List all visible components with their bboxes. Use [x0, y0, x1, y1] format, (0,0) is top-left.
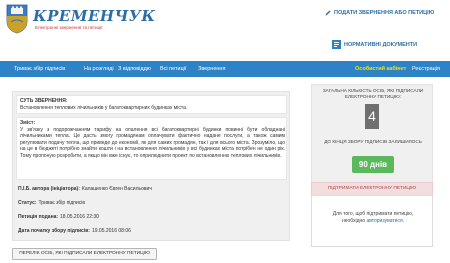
nav-all-petitions[interactable]: Всі петиції [160, 61, 187, 77]
support-text-need: необхідно [341, 218, 366, 224]
brand-title: КРЕМЕНЧУК [33, 7, 156, 25]
author-value: Калашенко Євген Васильович [81, 186, 152, 192]
petition-details: СУТЬ ЗВЕРНЕННЯ: Встановлення теплових лі… [12, 91, 290, 241]
document-icon [332, 40, 341, 49]
nav-cabinet[interactable]: Особистий кабінет [355, 61, 406, 77]
author-label: П.І.Б. автора (ініціатора): [18, 186, 80, 192]
nav-appeals[interactable]: Звернення [198, 61, 225, 77]
date-row: Петиція подана: 18.05.2016 22:30 [18, 214, 99, 220]
submit-petition-label: ПОДАТИ ЗВЕРНЕННЯ АБО ПЕТИЦІЮ [334, 10, 435, 16]
support-petition-button[interactable]: ПІДТРИМАТИ ЕЛЕКТРОННУ ПЕТИЦІЮ [311, 182, 433, 196]
signed-caption-2: ЕЛЕКТРОННУ ПЕТИЦІЮ: [344, 94, 402, 99]
status-row: Статус: Триває збір підписів [18, 200, 85, 206]
submit-petition-link[interactable]: ПОДАТИ ЗВЕРНЕННЯ АБО ПЕТИЦІЮ [325, 10, 434, 16]
pencil-icon [325, 10, 331, 16]
start-label: Дата початку збору підписів: [18, 228, 90, 234]
topic-title: СУТЬ ЗВЕРНЕННЯ: [20, 98, 68, 104]
support-text-line-2: необхідно авторизуватися. [312, 218, 434, 225]
site-header: КРЕМЕНЧУК Електронні звернення та петиці… [0, 0, 450, 60]
city-crest-icon [6, 4, 28, 34]
content-title: Зміст: [20, 120, 36, 126]
petition-stats: ЗАГАЛЬНА КІЛЬКІСТЬ ОСІБ, ЯКІ ПІДПИСАЛИ Е… [311, 84, 433, 255]
support-info: Для того, щоб підтримати петицію, необхі… [311, 195, 433, 247]
brand-subtitle: Електронні звернення та петиції [35, 25, 103, 30]
normative-docs-label: НОРМАТИВНІ ДОКУМЕНТИ [344, 41, 418, 48]
signature-stats: ЗАГАЛЬНА КІЛЬКІСТЬ ОСІБ, ЯКІ ПІДПИСАЛИ Е… [311, 84, 433, 183]
date-label: Петиція подана: [18, 214, 59, 220]
start-row: Дата початку збору підписів: 19.05.2016 0… [18, 228, 131, 234]
date-value: 18.05.2016 22:30 [60, 214, 99, 220]
support-text: Для того, щоб підтримати петицію, необхі… [312, 211, 434, 225]
days-caption: ДО КІНЦЯ ЗБОРУ ПІДПИСІВ ЗАЛИШИЛОСЬ [324, 139, 422, 144]
topic-text: Встановлення теплових лічильників у бага… [20, 105, 188, 111]
days-remaining-badge: 90 днів [352, 156, 394, 173]
content-text: У зв'язку з подорожчанням тарифу на опал… [20, 127, 285, 159]
login-link[interactable]: авторизуватися. [366, 218, 404, 224]
nav-collecting[interactable]: Триває збір підписів [14, 61, 65, 77]
signed-count: 4 [365, 104, 379, 129]
content-box: Зміст: У зв'язку з подорожчанням тарифу … [16, 117, 287, 180]
main-nav: Триває збір підписів На розгляді З відпо… [0, 61, 450, 77]
nav-under-review[interactable]: На розгляді [84, 61, 114, 77]
normative-docs-link[interactable]: НОРМАТИВНІ ДОКУМЕНТИ [332, 40, 417, 49]
nav-register[interactable]: Реєстрація [412, 61, 440, 77]
signers-list-button[interactable]: ПЕРЕЛІК ОСІБ, ЯКІ ПІДПИСАЛИ ЕЛЕКТРОННУ П… [12, 248, 157, 260]
status-label: Статус: [18, 200, 37, 206]
nav-answered[interactable]: З відповіддю [118, 61, 151, 77]
author-row: П.І.Б. автора (ініціатора): Калашенко Євг… [18, 186, 152, 192]
topic-box: СУТЬ ЗВЕРНЕННЯ: Встановлення теплових лі… [16, 95, 287, 114]
start-value: 19.05.2016 08:06 [91, 228, 131, 234]
support-text-line-1: Для того, щоб підтримати петицію, [332, 211, 414, 217]
status-value: Триває збір підписів [38, 200, 86, 206]
